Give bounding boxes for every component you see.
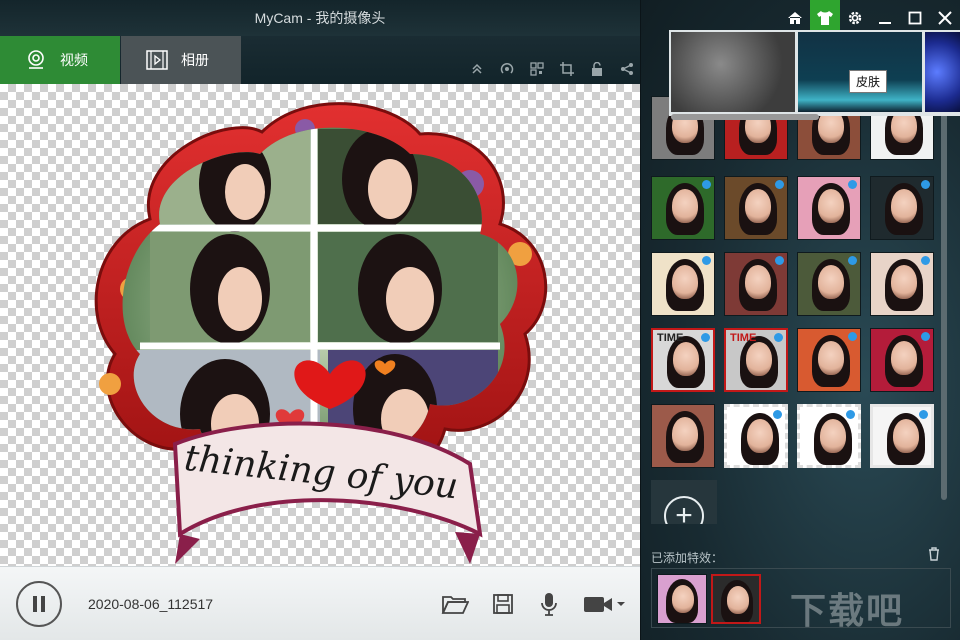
crop-icon[interactable] — [558, 60, 576, 78]
collapse-icon[interactable] — [468, 60, 486, 78]
added-effect-item[interactable] — [657, 574, 707, 624]
effect-item[interactable] — [651, 252, 715, 316]
tab-video[interactable]: 视频 — [0, 36, 120, 84]
effect-item[interactable] — [870, 404, 934, 468]
skin-option[interactable] — [671, 32, 795, 112]
webcam-icon — [24, 48, 48, 72]
effect-item[interactable] — [797, 176, 861, 240]
effect-item[interactable]: TIME — [651, 328, 715, 392]
effect-item[interactable] — [724, 252, 788, 316]
save-icon — [493, 594, 513, 614]
tab-album-label: 相册 — [181, 52, 209, 68]
main-pane: MyCam - 我的摄像头 视频 相册 thinking of you 2020… — [0, 0, 640, 640]
clear-effects-button[interactable] — [925, 545, 943, 563]
close-icon — [938, 11, 952, 25]
folder-open-icon — [441, 596, 469, 614]
pause-button[interactable] — [16, 581, 62, 627]
title-bar: MyCam - 我的摄像头 — [0, 0, 640, 36]
microphone-button[interactable] — [534, 589, 564, 619]
trash-icon — [929, 547, 939, 561]
maximize-icon — [908, 11, 922, 25]
effect-item[interactable] — [651, 176, 715, 240]
microphone-icon — [541, 593, 557, 616]
effect-item[interactable] — [724, 404, 788, 468]
add-icon: + — [664, 496, 704, 524]
tab-album[interactable]: 相册 — [121, 36, 241, 84]
effects-scrollbar[interactable] — [941, 98, 947, 500]
effect-label: TIME — [657, 332, 684, 344]
share-icon[interactable] — [618, 60, 636, 78]
effect-item[interactable] — [724, 176, 788, 240]
settings-icon — [848, 11, 862, 25]
effect-item[interactable] — [651, 404, 715, 468]
effects-panel: TIME TIME + 皮肤 已添加特效： — [640, 0, 960, 640]
video-camera-button[interactable] — [580, 589, 628, 619]
minimize-icon — [879, 22, 891, 24]
window-title: MyCam - 我的摄像头 — [254, 10, 386, 26]
camera-preview[interactable]: thinking of you — [0, 84, 640, 566]
recording-timestamp: 2020-08-06_112517 — [88, 596, 214, 612]
effect-item[interactable] — [797, 252, 861, 316]
skin-picker-scrollbar[interactable] — [671, 114, 819, 120]
effect-item[interactable]: TIME — [724, 328, 788, 392]
skin-picker: 皮肤 — [669, 30, 960, 116]
skin-tooltip: 皮肤 — [849, 70, 888, 93]
broadcast-icon[interactable] — [498, 60, 516, 78]
home-icon — [788, 12, 802, 24]
save-button[interactable] — [488, 589, 518, 619]
cloud-heart-frame: thinking of you — [94, 102, 548, 564]
skin-option[interactable] — [925, 32, 960, 112]
film-icon — [145, 48, 169, 72]
added-effects-label: 已添加特效： — [651, 551, 724, 565]
added-effect-item[interactable] — [711, 574, 761, 624]
effect-item[interactable] — [797, 328, 861, 392]
preview-toolbar — [468, 60, 636, 78]
pause-icon — [33, 596, 45, 612]
effect-item[interactable] — [870, 252, 934, 316]
tab-video-label: 视频 — [60, 52, 88, 68]
effect-item[interactable] — [870, 176, 934, 240]
video-camera-icon — [584, 597, 625, 612]
effect-item[interactable] — [797, 404, 861, 468]
skin-icon — [817, 11, 833, 25]
bottom-toolbar: 2020-08-06_112517 — [0, 566, 640, 640]
add-effect-button[interactable]: + — [651, 480, 717, 524]
open-folder-button[interactable] — [440, 589, 470, 619]
watermark: 下载吧 — [790, 590, 905, 631]
lock-icon[interactable] — [588, 60, 606, 78]
effect-item[interactable] — [870, 328, 934, 392]
effect-label: TIME — [730, 332, 757, 344]
mode-bar: 视频 相册 — [0, 36, 640, 84]
qrcode-icon[interactable] — [528, 60, 546, 78]
